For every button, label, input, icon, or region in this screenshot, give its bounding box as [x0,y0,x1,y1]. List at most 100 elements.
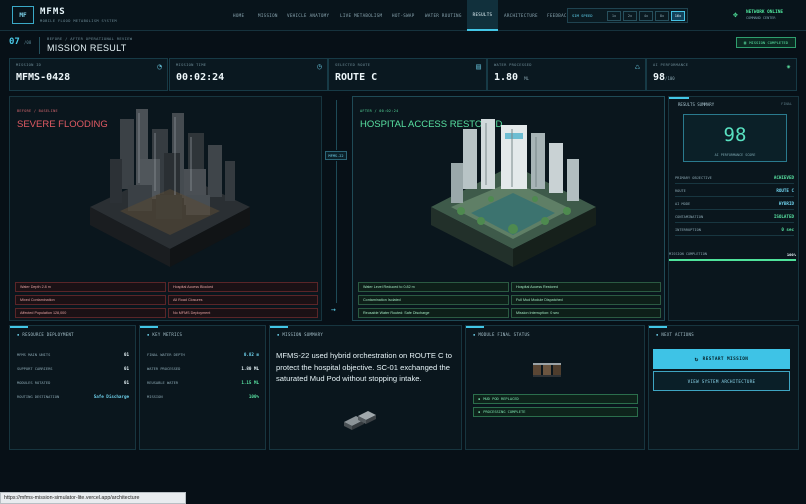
nav-home[interactable]: HOME [233,0,244,31]
module-status-processing: ▪ PROCESSING COMPLETE [473,407,638,417]
network-detail: COMMAND CENTER [746,16,776,20]
stat-card-ai-performance: AI PERFORMANCE 98/100 ✷ [646,58,797,91]
after-chip: Reusable Water Routed: Safe Discharge [358,308,509,318]
resource-deployment-panel: ▪ RESOURCE DEPLOYMENT MFMS MAIN UNITS 01 … [9,325,136,450]
stat-card-selected-route: SELECTED ROUTE ROUTE C ▤ [328,58,487,91]
result-key: CONTAMINATION [675,215,704,219]
panel-accent [270,326,288,328]
deployment-row: MFMS MAIN UNITS 01 [17,352,129,357]
after-chip: Full Mud Module Dispatched [511,295,661,305]
metric-row: FINAL WATER DEPTH 0.82 m [147,352,259,357]
result-value: ISOLATED [773,214,794,219]
map-icon: ▤ [476,62,481,71]
stat-value: ROUTE C [335,72,377,83]
row-value: 100% [248,394,259,399]
page-title: MISSION RESULT [47,43,127,53]
module-status-mud-pod: ▪ MUD POD REPLACED [473,394,638,404]
after-chip: Contamination Isolated [358,295,509,305]
mission-completed-badge: ▣ MISSION COMPLETED [736,37,796,48]
module-final-status-panel: ▪ MODULE FINAL STATUS ▪ MUD POD REPLACED … [465,325,645,450]
score-value: 98 [723,124,747,146]
speed-1x-button[interactable]: 1x [607,11,621,21]
before-chip: No MFMS Deployment [168,308,318,318]
result-value: ACHIEVED [773,175,794,180]
row-value: 1.80 ML [241,366,259,371]
nav-architecture[interactable]: ARCHITECTURE [504,0,538,31]
stat-value-text: MFMS-0428 [16,72,71,83]
row-key: ROUTING DESTINATION [17,395,60,399]
step-number: 07 [9,37,20,47]
row-key: WATER PROCESSED [147,367,181,371]
nav-mission[interactable]: MISSION [258,0,278,31]
nav-vehicle-anatomy[interactable]: VEHICLE ANATOMY [287,0,329,31]
row-key: MODULES ROTATED [17,381,51,385]
stat-card-mission-id: MISSION ID MFMS-0428 ◔ [9,58,168,91]
network-status: NETWORK ONLINE [746,10,784,15]
metric-row: REUSABLE WATER 1.15 ML [147,380,259,385]
before-chip: All Road Closures [168,295,318,305]
row-value: 0.82 m [243,352,259,357]
speed-2x-button[interactable]: 2x [623,11,637,21]
browser-status-url: https://mfms-mission-simulator-lite.verc… [0,492,186,504]
row-value: Safe Discharge [93,394,129,399]
before-tag: BEFORE / BASELINE [17,109,58,113]
sim-speed-control: SIM SPEED 1x 2x 4x 8x 16x [567,8,688,23]
row-value: 01 [123,366,129,371]
deployment-row: MODULES ROTATED 01 [17,380,129,385]
sim-speed-label: SIM SPEED [572,13,593,18]
score-label: AI PERFORMANCE SCORE [714,153,756,157]
score-box: 98 AI PERFORMANCE SCORE [683,114,787,162]
result-value: ROUTE C [776,188,794,193]
completion-bar-fill [669,259,796,261]
row-value: 01 [123,352,129,357]
before-chip: Hospital Access Blocked [168,282,318,292]
summary-title-text: MISSION SUMMARY [282,332,324,337]
stat-value: 1.80 ML [494,72,529,83]
metrics-title: ▪ KEY METRICS [147,332,182,337]
restart-icon: ↻ [694,355,699,363]
actions-title: ▪ NEXT ACTIONS [656,332,694,337]
nav-hot-swap[interactable]: HOT-SWAP [392,0,415,31]
stat-value-text: 1.80 [494,72,519,83]
speed-4x-button[interactable]: 4x [639,11,653,21]
view-architecture-button[interactable]: VIEW SYSTEM ARCHITECTURE [653,371,790,391]
actions-title-text: NEXT ACTIONS [661,332,694,337]
speed-8x-button[interactable]: 8x [655,11,669,21]
result-key: INTERRUPTION [675,228,701,232]
result-key: PRIMARY OBJECTIVE [675,176,712,180]
stat-value-text: 98 [653,72,666,83]
module-status-text: PROCESSING COMPLETE [483,410,526,414]
speed-16x-button[interactable]: 16x [671,11,685,21]
before-panel: BEFORE / BASELINE SEVERE FLOODING Water … [9,96,322,321]
panel-accent [466,326,484,328]
row-key: MISSION [147,395,163,399]
network-icon: ✥ [733,10,738,19]
panel-accent [649,326,667,328]
stat-card-water-processed: WATER PROCESSED 1.80 ML ♺ [487,58,646,91]
badge-label: MISSION COMPLETED [749,40,789,45]
restart-label: RESTART MISSION [702,356,749,362]
panel-accent [10,326,28,328]
restart-mission-button[interactable]: ↻ RESTART MISSION [653,349,790,369]
module-status-text: MUD POD REPLACED [483,397,519,401]
nav-live-metabolism[interactable]: LIVE METABOLISM [340,0,382,31]
row-value: 1.15 ML [241,380,259,385]
row-key: FINAL WATER DEPTH [147,353,185,357]
metrics-title-text: KEY METRICS [152,332,183,337]
deployment-row: ROUTING DESTINATION Safe Discharge [17,394,129,399]
panel-accent [140,326,158,328]
result-key: AI MODE [675,202,691,206]
gauge-icon: ◔ [157,62,162,71]
app-subtitle: MOBILE FLOOD METABOLISM SYSTEM [40,19,117,23]
completion-track [669,259,796,261]
before-chip: Affected Population 128,000 [15,308,166,318]
deployment-row: SUPPORT CARRIERS 01 [17,366,129,371]
app-name: MFMS [40,7,66,17]
connector-label: MFMS-22 [325,151,347,160]
connector-line-top [336,100,337,150]
summary-text: MFMS-22 used hybrid orchestration on ROU… [276,351,452,383]
after-panel: AFTER / 00:02:24 HOSPITAL ACCESS RESTORE… [352,96,665,321]
nav-results[interactable]: RESULTS [467,0,498,31]
result-row-route: ROUTE ROUTE C [675,186,794,197]
nav-water-routing[interactable]: WATER ROUTING [425,0,462,31]
